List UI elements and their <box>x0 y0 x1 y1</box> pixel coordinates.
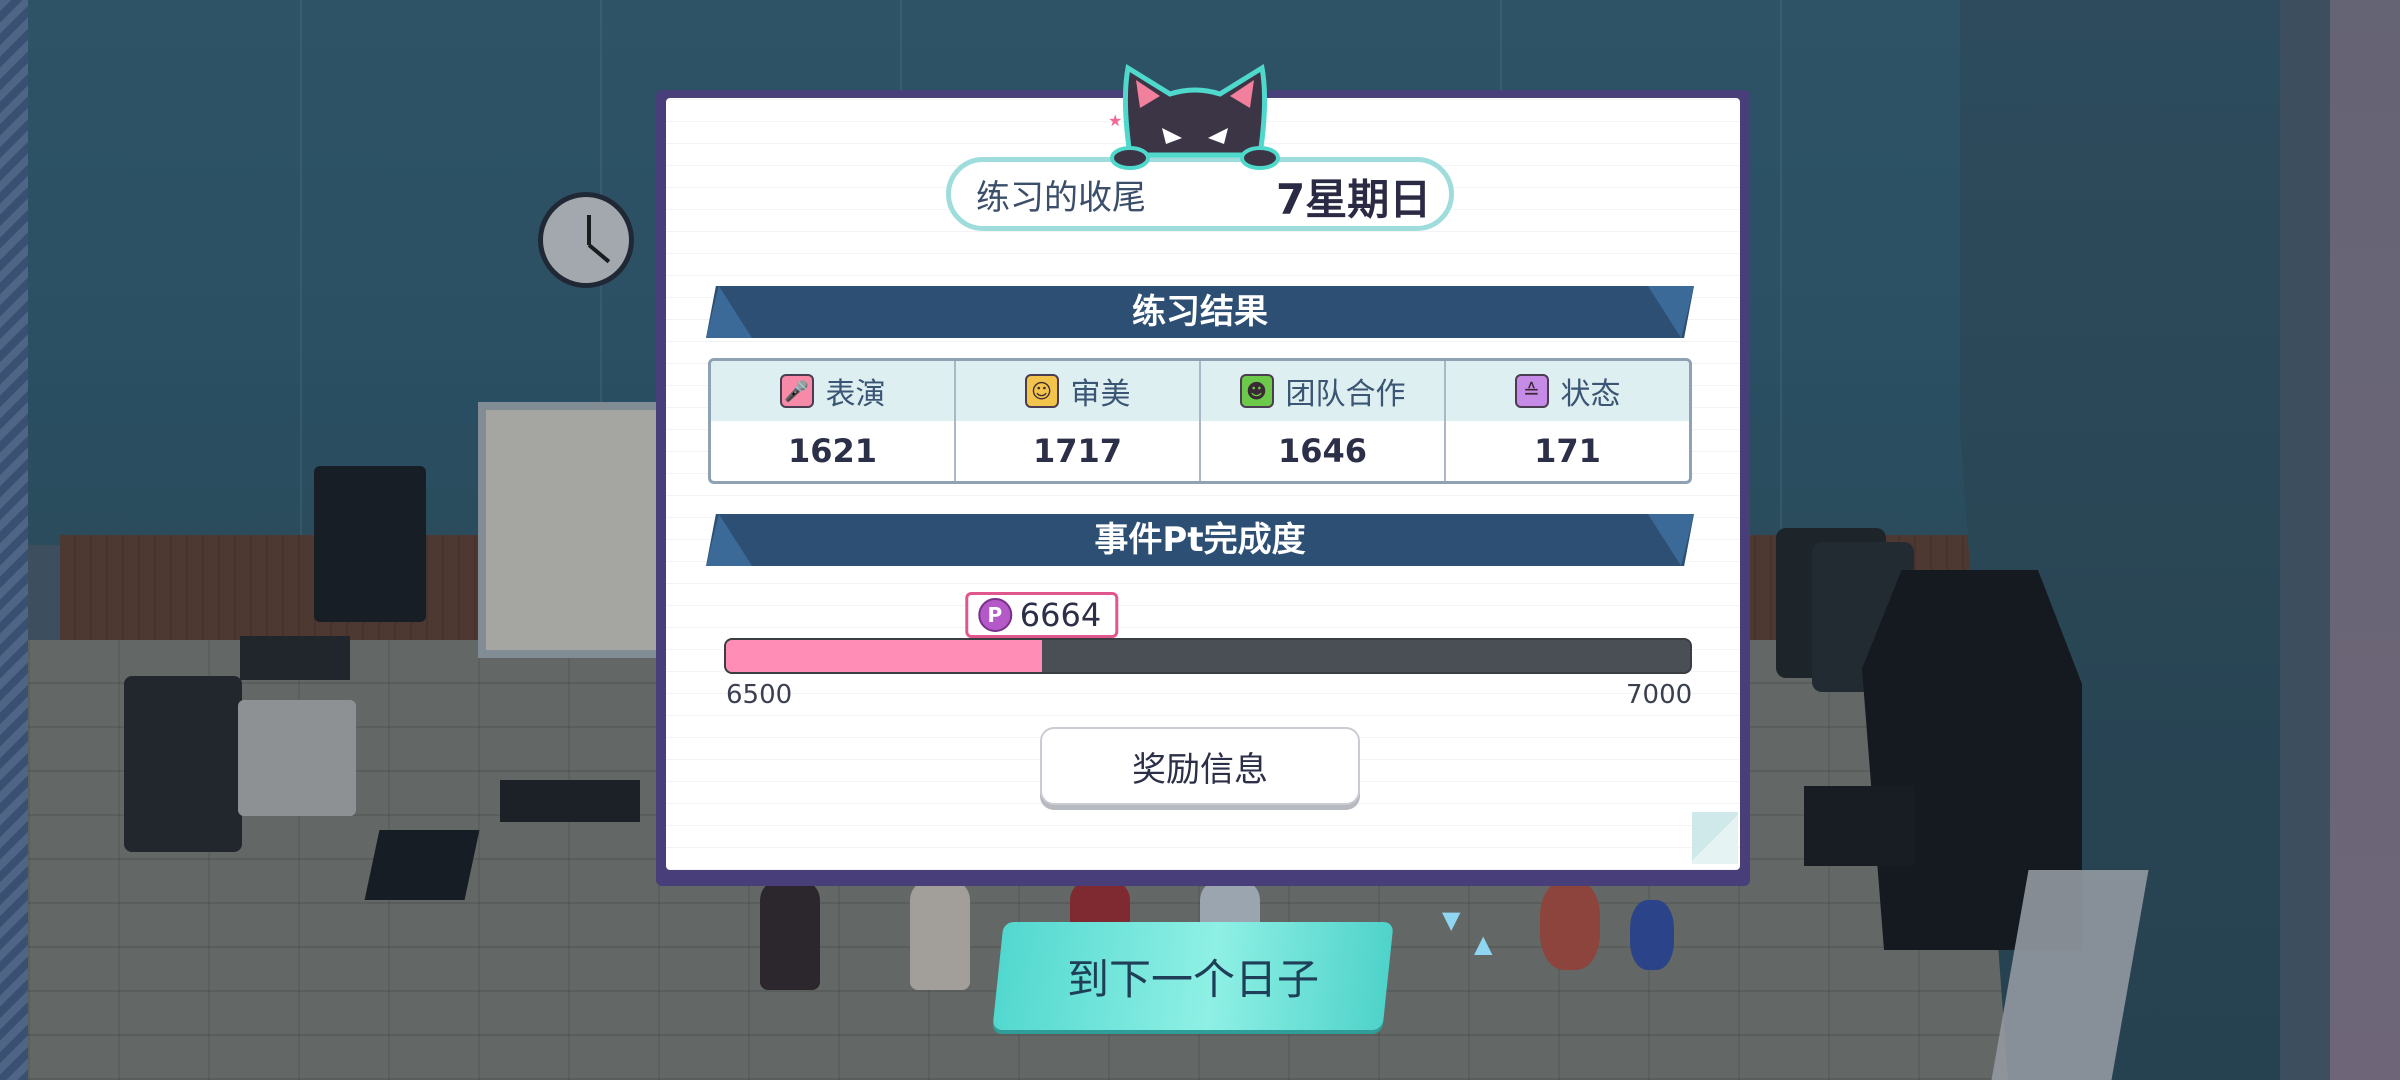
team-icon: ☻ <box>1239 374 1274 408</box>
results-banner: 练习结果 <box>706 286 1694 338</box>
cake-icon: ≙ <box>1514 374 1549 408</box>
stat-label: 状态 <box>1560 377 1621 412</box>
sparkle-icon: ▼ <box>1442 906 1461 934</box>
stat-label: 团队合作 <box>1285 377 1406 412</box>
stat-teamwork: ☻ 团队合作 1646 <box>1201 361 1446 481</box>
progress-max-label: 7000 <box>1626 680 1693 710</box>
event-pt-current: 6664 <box>1019 596 1102 634</box>
microphone-icon: 🎤 <box>779 374 814 408</box>
practice-end-title: 练习的收尾 <box>976 178 1146 218</box>
reward-info-button[interactable]: 奖励信息 <box>1040 727 1360 805</box>
cat-mascot-icon: ★ <box>1108 63 1280 170</box>
stat-value: 171 <box>1534 432 1601 470</box>
event-title: 事件Pt完成度 <box>1094 520 1306 560</box>
stat-value: 1646 <box>1277 432 1368 470</box>
face-icon: ☺ <box>1024 374 1059 408</box>
stat-value: 1621 <box>787 432 878 470</box>
event-progress-fill <box>726 640 1043 672</box>
page-curl <box>1692 812 1738 864</box>
stat-label: 表演 <box>825 377 886 412</box>
stats-table: 🎤 表演 1621 ☺ 审美 1717 ☻ 团队合作 1646 ≙ 状态 171 <box>708 358 1692 484</box>
sparkle-icon: ▲ <box>1474 930 1493 958</box>
event-banner: 事件Pt完成度 <box>706 514 1694 566</box>
stat-value: 1717 <box>1032 432 1123 470</box>
stat-performance: 🎤 表演 1621 <box>711 361 956 481</box>
event-progress-bar <box>724 638 1692 674</box>
date-label: 7星期日 <box>1276 175 1432 224</box>
event-pt-tag: P 6664 <box>964 592 1119 638</box>
next-day-button[interactable]: 到下一个日子 <box>992 922 1394 1030</box>
pt-coin-icon: P <box>977 598 1012 632</box>
stat-label: 审美 <box>1070 377 1131 412</box>
progress-min-label: 6500 <box>726 680 793 710</box>
stat-condition: ≙ 状态 171 <box>1446 361 1689 481</box>
next-day-label: 到下一个日子 <box>1066 954 1319 1004</box>
stat-aesthetics: ☺ 审美 1717 <box>956 361 1201 481</box>
results-title: 练习结果 <box>1132 292 1268 332</box>
svg-text:★: ★ <box>1108 111 1122 130</box>
